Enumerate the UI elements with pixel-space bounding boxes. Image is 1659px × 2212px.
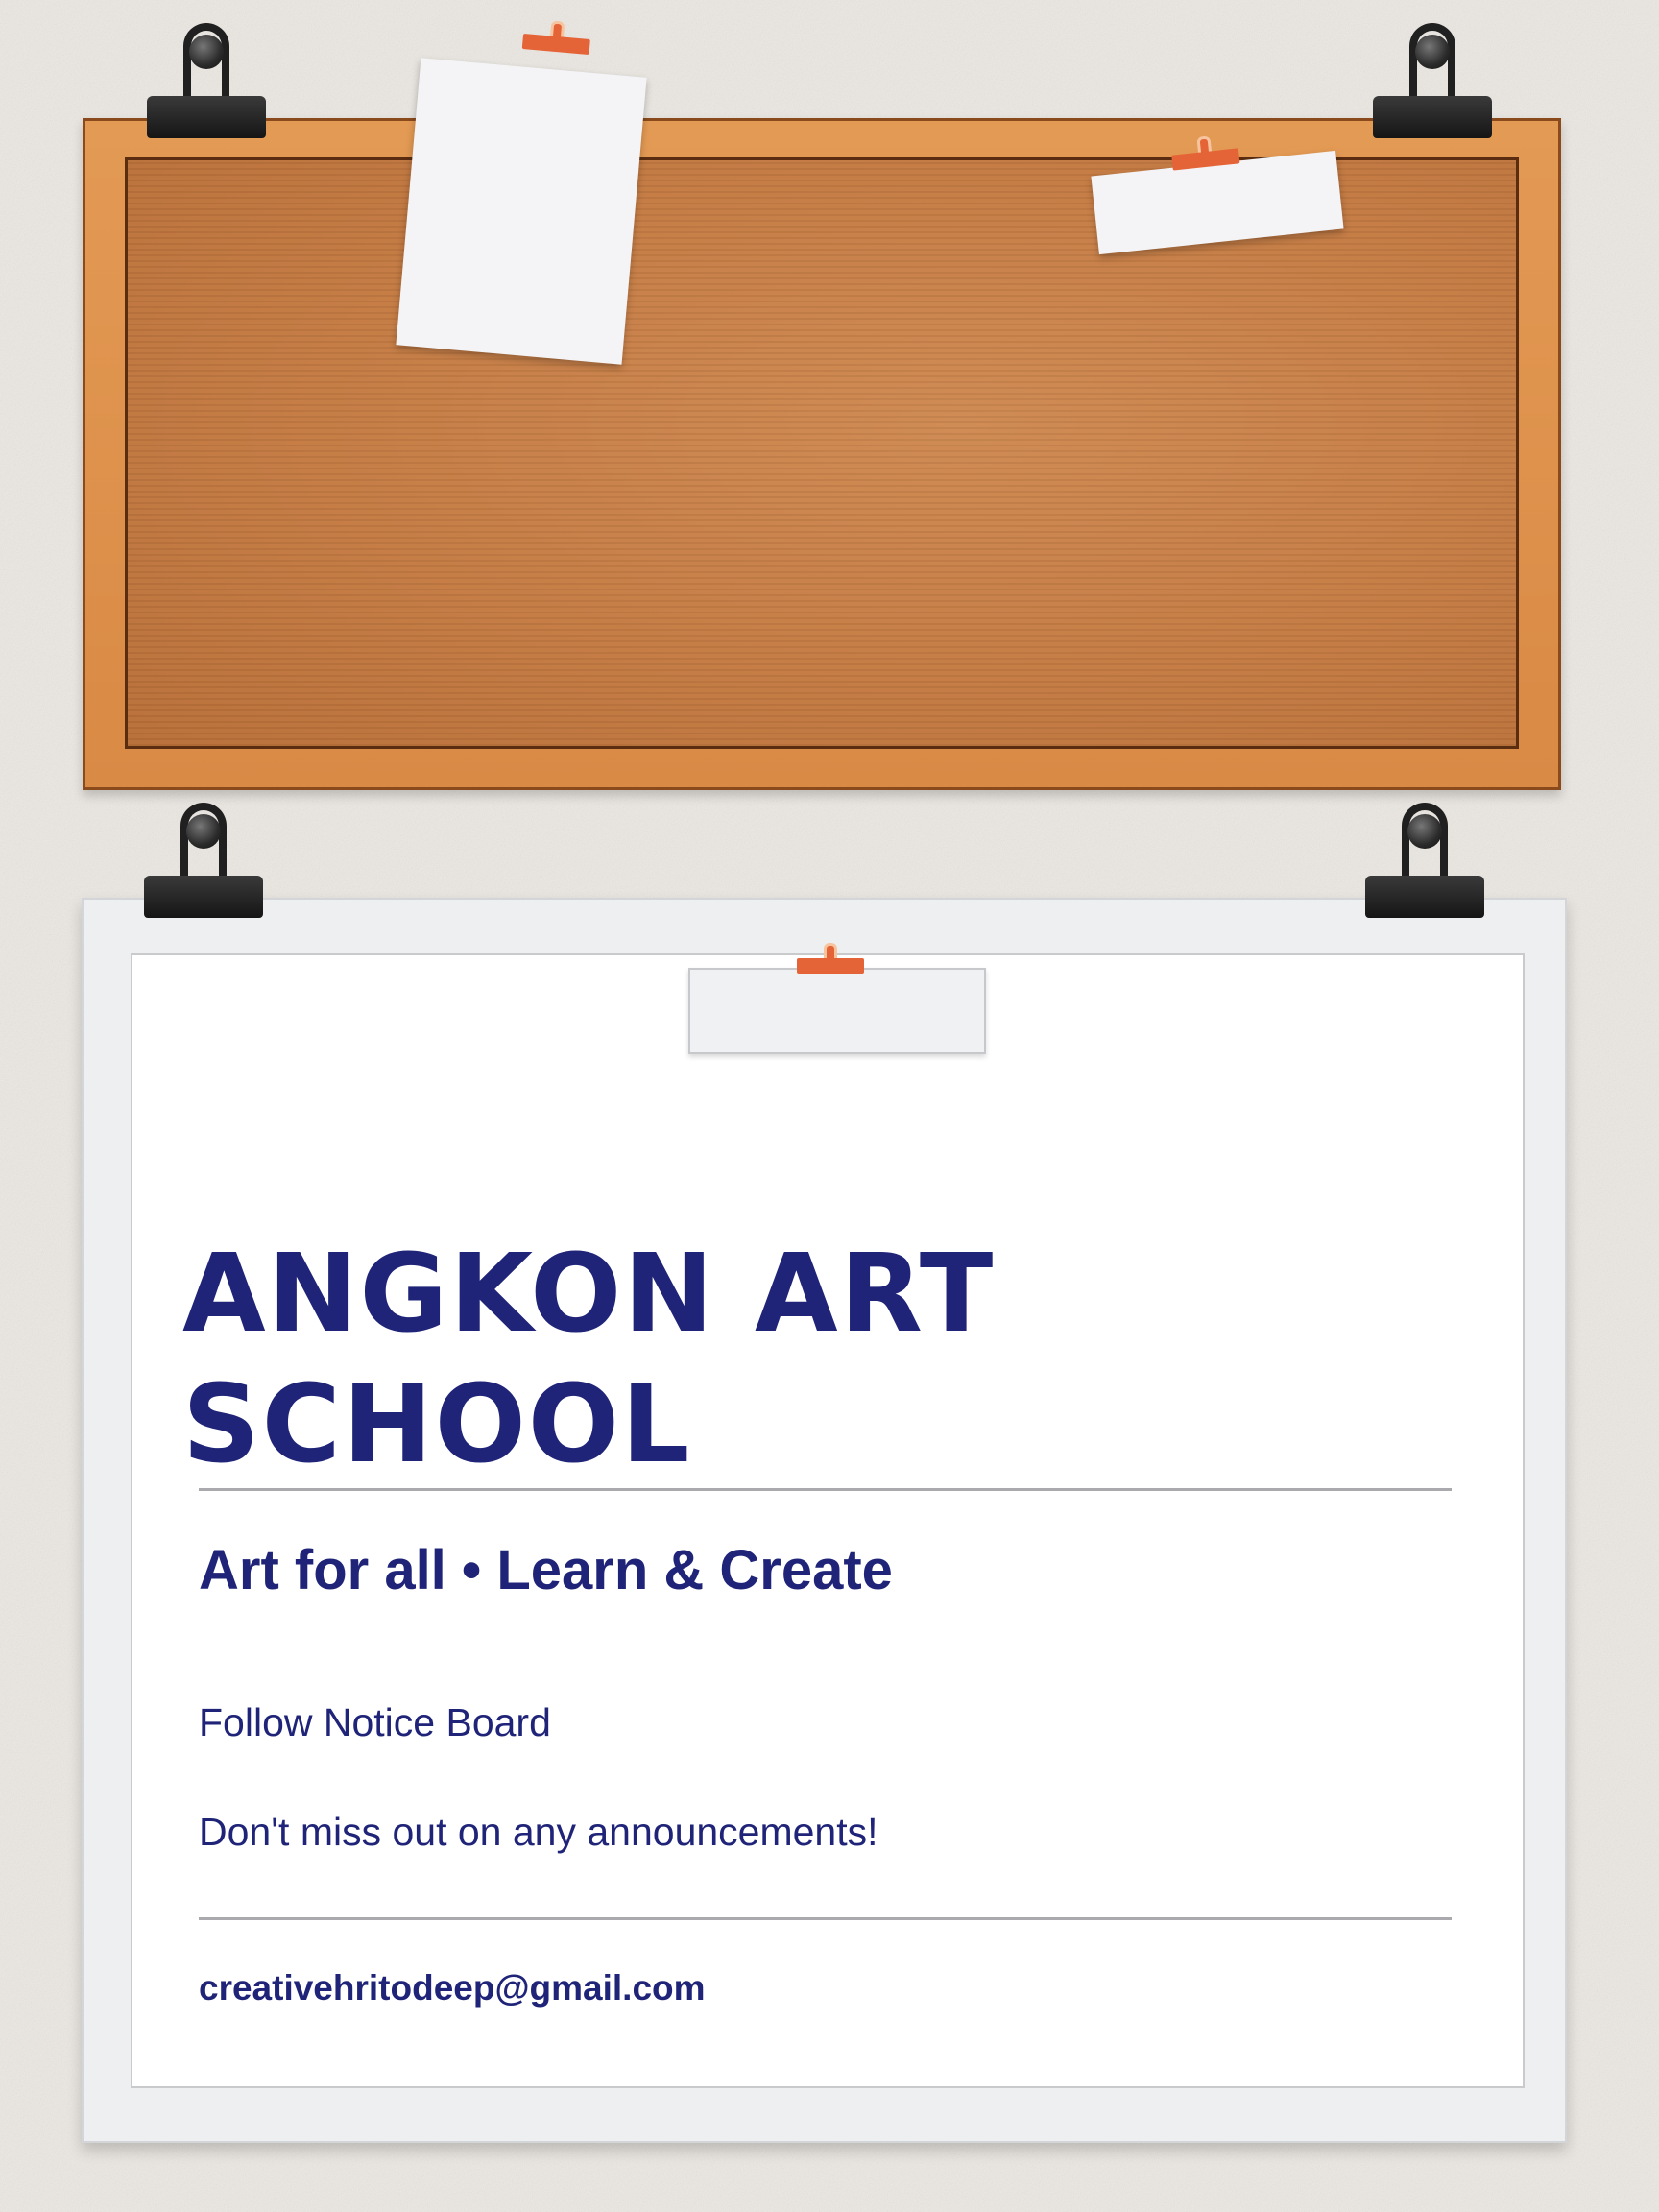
pushpin-icon <box>521 18 592 55</box>
contact-email: creativehritodeep@gmail.com <box>199 1968 706 2008</box>
follow-line: Follow Notice Board <box>199 1700 551 1744</box>
tape-strip <box>688 968 986 1054</box>
pushpin-icon <box>797 943 864 974</box>
announcement-line: Don't miss out on any announcements! <box>199 1810 878 1854</box>
divider <box>199 1917 1452 1920</box>
binder-clip-icon <box>144 803 263 918</box>
pinned-paper-note <box>396 58 647 365</box>
cork-board-panel <box>125 157 1519 749</box>
tagline: Art for all • Learn & Create <box>199 1539 893 1601</box>
notice-board-scene: ANGKON ART SCHOOL Art for all • Learn & … <box>0 0 1659 2212</box>
binder-clip-icon <box>1373 23 1492 138</box>
binder-clip-icon <box>1365 803 1484 918</box>
school-title: ANGKON ART SCHOOL <box>182 1232 996 1487</box>
binder-clip-icon <box>147 23 266 138</box>
divider <box>199 1488 1452 1491</box>
